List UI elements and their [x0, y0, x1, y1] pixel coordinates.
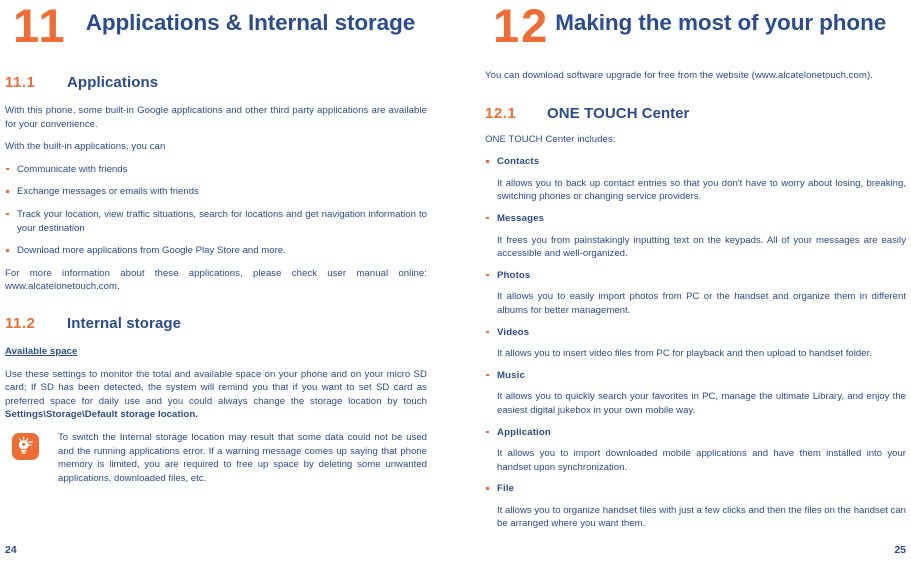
section-title: Internal storage — [67, 314, 182, 332]
one-touch-feature-list: Application — [485, 426, 906, 440]
list-item-description: It allows you to quickly search your fav… — [497, 391, 906, 416]
list-item-term: Music — [485, 369, 906, 383]
list-item: Exchange messages or emails with friends — [5, 185, 427, 199]
lightbulb-icon — [12, 432, 39, 460]
list-item-term: Videos — [485, 326, 906, 340]
paragraph: With the built-in applications, you can — [5, 141, 166, 153]
section-number: 11.1 — [5, 74, 36, 91]
list-item-term: Photos — [485, 269, 906, 283]
list-item-description: It allows you to organize handset files … — [497, 504, 906, 530]
subheading-available-space: Available space — [5, 345, 78, 357]
chapter-header-right: 12 Making the most of your phone — [485, 0, 906, 52]
list-item-description: It allows you to insert video files from… — [497, 348, 872, 360]
feature-bullet-list: Communicate with friends Exchange messag… — [5, 163, 427, 258]
list-item-term: Application — [485, 426, 906, 440]
section-heading-11-1: 11.1 Applications — [5, 74, 427, 91]
document-spread: 11 Applications & Internal storage 11.1 … — [0, 0, 911, 566]
chapter-header-left: 11 Applications & Internal storage — [5, 0, 427, 52]
section-number: 11.2 — [5, 314, 36, 332]
list-item-description: It allows you to easily import photos fr… — [497, 291, 906, 316]
section-title: Applications — [67, 74, 159, 91]
settings-path: Settings\Storage\Default storage locatio… — [5, 409, 198, 421]
section-heading-11-2: 11.2 Internal storage — [5, 315, 427, 332]
paragraph: For more information about these applica… — [5, 267, 427, 293]
list-item: Track your location, view traffic situat… — [5, 208, 427, 235]
list-item: Download more applications from Google P… — [5, 244, 427, 258]
paragraph: Use these settings to monitor the total … — [5, 368, 427, 422]
list-item-term: File — [485, 482, 906, 496]
chapter-number: 12 — [493, 0, 550, 52]
one-touch-feature-list: Contacts — [485, 155, 906, 169]
intro-paragraph: You can download software upgrade for fr… — [485, 70, 873, 81]
section-title-bold: ONE TOUCH — [547, 104, 638, 122]
page-number-left: 24 — [5, 544, 17, 556]
list-item-description: It allows you to back up contact entries… — [497, 177, 906, 203]
chapter-title: Making the most of your phone — [555, 10, 887, 35]
tip-callout: To switch the Internal storage location … — [5, 431, 427, 485]
tip-text: To switch the Internal storage location … — [58, 431, 427, 484]
chapter-title: Applications & Internal storage — [85, 10, 416, 35]
section-title-rest: Center — [637, 104, 690, 122]
page-left: 11 Applications & Internal storage 11.1 … — [0, 0, 455, 566]
page-number-right: 25 — [894, 544, 906, 556]
list-item-term: Messages — [485, 212, 906, 226]
list-item-description: It allows you to import downloaded mobil… — [497, 448, 906, 473]
lead-paragraph: ONE TOUCH Center includes: — [485, 133, 616, 145]
section-heading-12-1: 12.1 ONE TOUCH Center — [485, 105, 906, 122]
one-touch-feature-list: File — [485, 482, 906, 496]
list-item: Communicate with friends — [5, 163, 427, 177]
section-number: 12.1 — [485, 104, 517, 122]
paragraph-text: Use these settings to monitor the total … — [5, 368, 427, 407]
list-item-term: Contacts — [485, 155, 906, 169]
one-touch-feature-list: Music — [485, 369, 906, 383]
chapter-number: 11 — [13, 0, 67, 52]
list-item-description: It frees you from painstakingly inputtin… — [497, 234, 906, 260]
one-touch-feature-list: Photos — [485, 269, 906, 283]
one-touch-feature-list: Videos — [485, 326, 906, 340]
paragraph: With this phone, some built-in Google ap… — [5, 105, 427, 130]
one-touch-feature-list: Messages — [485, 212, 906, 226]
page-right: 12 Making the most of your phone You can… — [480, 0, 911, 566]
section-title: ONE TOUCH Center — [547, 105, 689, 122]
